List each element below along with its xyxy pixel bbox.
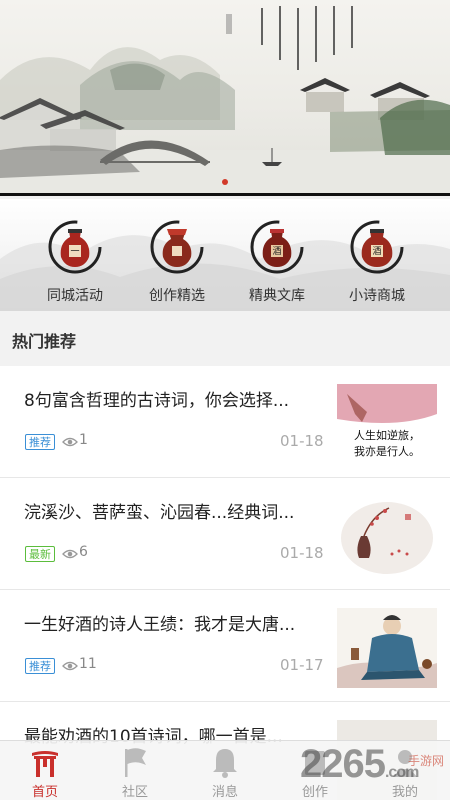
svg-text:一: 一 bbox=[70, 247, 79, 257]
tab-label: 首页 bbox=[31, 785, 58, 800]
quick-links: 一 同城活动 创作精选 酒 精典文库 酒 小诗商城 bbox=[0, 199, 450, 311]
wine-jar-icon: 酒 bbox=[350, 220, 404, 274]
quick-link-shop[interactable]: 酒 小诗商城 bbox=[332, 219, 422, 305]
quick-link-label: 创作精选 bbox=[149, 288, 205, 304]
article-list: 8句富含哲理的古诗词，你会选择... 推荐 1 01-18 人生如逆旅， 我亦是… bbox=[0, 366, 450, 800]
svg-text:人生如逆旅，: 人生如逆旅， bbox=[354, 428, 420, 442]
wine-jar-icon: 一 bbox=[48, 220, 102, 274]
recommend-badge: 推荐 bbox=[25, 658, 55, 674]
article-date: 01-17 bbox=[280, 656, 324, 674]
bell-icon bbox=[213, 749, 237, 778]
article-date: 01-18 bbox=[280, 432, 324, 450]
home-gate-icon bbox=[32, 751, 58, 777]
tab-messages[interactable]: 消息 bbox=[180, 741, 270, 800]
quick-link-label: 精典文库 bbox=[249, 288, 305, 304]
article-item[interactable]: 一生好酒的诗人王绩：我才是大唐... 推荐 11 01-17 bbox=[0, 590, 450, 702]
article-title: 一生好酒的诗人王绩：我才是大唐... bbox=[24, 615, 296, 635]
landscape-painting bbox=[0, 6, 450, 193]
wine-jar-icon bbox=[150, 220, 204, 274]
quick-link-local-events[interactable]: 一 同城活动 bbox=[30, 219, 120, 305]
quick-link-featured[interactable]: 创作精选 bbox=[132, 219, 222, 305]
eye-icon bbox=[62, 661, 78, 671]
calligraphy-thumbnail: 人生如逆旅， 我亦是行人。 bbox=[337, 384, 437, 464]
quick-link-label: 小诗商城 bbox=[349, 288, 405, 304]
view-count: 6 bbox=[79, 544, 88, 560]
view-count: 11 bbox=[79, 656, 97, 672]
vase-plum-thumbnail bbox=[337, 496, 437, 576]
svg-text:酒: 酒 bbox=[272, 246, 281, 257]
flag-icon bbox=[125, 748, 146, 777]
carousel-indicator[interactable] bbox=[222, 179, 228, 185]
svg-text:我亦是行人。: 我亦是行人。 bbox=[354, 444, 420, 458]
section-title-hot: 热门推荐 bbox=[0, 318, 450, 366]
svg-text:酒: 酒 bbox=[372, 246, 381, 257]
banner-carousel[interactable] bbox=[0, 0, 450, 196]
latest-badge: 最新 bbox=[25, 546, 55, 562]
article-item[interactable]: 8句富含哲理的古诗词，你会选择... 推荐 1 01-18 人生如逆旅， 我亦是… bbox=[0, 366, 450, 478]
tab-label: 社区 bbox=[121, 785, 148, 800]
wine-jar-icon: 酒 bbox=[250, 220, 304, 274]
recommend-badge: 推荐 bbox=[25, 434, 55, 450]
view-count: 1 bbox=[79, 432, 88, 448]
poet-drinking-thumbnail bbox=[337, 608, 437, 688]
tab-community[interactable]: 社区 bbox=[90, 741, 180, 800]
article-item[interactable]: 浣溪沙、菩萨蛮、沁园春...经典词... 最新 6 01-18 bbox=[0, 478, 450, 590]
eye-icon bbox=[62, 549, 78, 559]
article-title: 浣溪沙、菩萨蛮、沁园春...经典词... bbox=[24, 503, 295, 523]
eye-icon bbox=[62, 437, 78, 447]
quick-link-library[interactable]: 酒 精典文库 bbox=[232, 219, 322, 305]
tab-label: 消息 bbox=[211, 785, 238, 800]
tab-home[interactable]: 首页 bbox=[0, 741, 90, 800]
watermark-text: 手游网 bbox=[408, 754, 445, 768]
watermark-logo: 2265.com bbox=[300, 742, 419, 786]
article-title: 8句富含哲理的古诗词，你会选择... bbox=[24, 391, 290, 411]
quick-link-label: 同城活动 bbox=[47, 288, 103, 304]
article-date: 01-18 bbox=[280, 544, 324, 562]
